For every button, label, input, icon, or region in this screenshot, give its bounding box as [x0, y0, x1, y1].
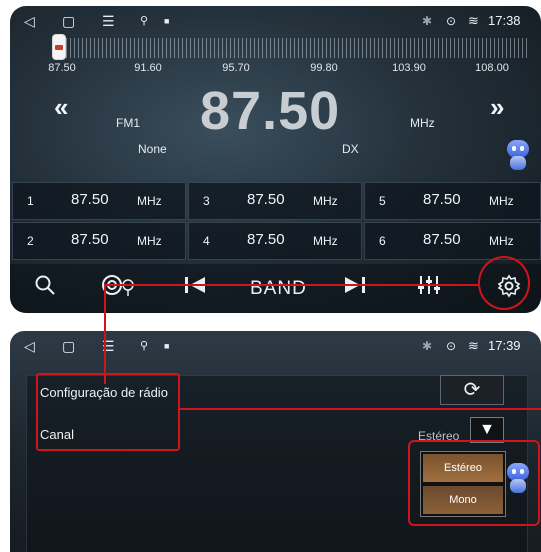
dial-tick: 95.70: [222, 62, 250, 74]
frequency-dial[interactable]: [54, 38, 528, 58]
location-icon: ⊙: [446, 14, 457, 28]
home-icon[interactable]: ▢: [62, 337, 75, 355]
preset-grid: 1 87.50 MHz 3 87.50 MHz 5 87.50 MHz 2 87…: [10, 182, 541, 260]
search-icon[interactable]: [30, 274, 60, 302]
status-bar: ◁ ▢ ☰ ⚲ ■ ✱ ⊙ ≋ 17:38: [10, 6, 541, 36]
back-icon[interactable]: ◁: [24, 12, 35, 30]
band-button[interactable]: BAND: [250, 278, 307, 300]
rds-name: None: [138, 142, 167, 156]
radio-toolbar: BAND: [10, 264, 541, 313]
dial-marker[interactable]: [52, 34, 66, 60]
seek-forward-button[interactable]: »: [490, 92, 504, 123]
dial-tick: 103.90: [392, 62, 426, 74]
skip-next-icon[interactable]: [340, 274, 370, 302]
refresh-icon: ⟳: [463, 379, 481, 401]
usb-icon: ⚲: [140, 15, 149, 27]
dial-tick: 91.60: [134, 62, 162, 74]
dial-tick: 87.50: [48, 62, 76, 74]
dial-tick: 99.80: [310, 62, 338, 74]
preset-3[interactable]: 3 87.50 MHz: [188, 182, 362, 220]
back-icon[interactable]: ◁: [24, 337, 35, 355]
band-label: FM1: [116, 116, 140, 130]
annotation-settings-box: [36, 373, 180, 451]
bluetooth-icon: ✱: [422, 339, 433, 353]
preset-6[interactable]: 6 87.50 MHz: [364, 222, 541, 260]
annotation-connector: [104, 284, 106, 384]
status-bar: ◁ ▢ ☰ ⚲ ■ ✱ ⊙ ≋ 17:39: [10, 331, 541, 361]
home-icon[interactable]: ▢: [62, 12, 75, 30]
annotation-dropdown-box: [408, 440, 540, 526]
menu-icon[interactable]: ☰: [102, 12, 115, 30]
chevron-down-icon: ▼: [479, 421, 495, 438]
preset-1[interactable]: 1 87.50 MHz: [12, 182, 186, 220]
bluetooth-icon: ✱: [422, 14, 433, 28]
clock: 17:39: [488, 338, 521, 353]
annotation-connector: [178, 408, 541, 410]
radio-screen: ◁ ▢ ☰ ⚲ ■ ✱ ⊙ ≋ 17:38 87.50 91.60 95.70 …: [10, 6, 541, 313]
preset-4[interactable]: 4 87.50 MHz: [188, 222, 362, 260]
annotation-settings-circle: [478, 256, 530, 310]
refresh-button[interactable]: ⟳: [440, 375, 504, 405]
usb-icon: ⚲: [140, 340, 149, 352]
wifi-icon: ≋: [468, 338, 479, 353]
preset-5[interactable]: 5 87.50 MHz: [364, 182, 541, 220]
clock: 17:38: [488, 13, 521, 28]
card-icon: ■: [164, 341, 170, 351]
wifi-icon: ≋: [468, 13, 479, 28]
dx-label[interactable]: DX: [342, 142, 359, 156]
location-icon: ⊙: [446, 339, 457, 353]
dial-tick: 108.00: [475, 62, 509, 74]
card-icon: ■: [164, 16, 170, 26]
annotation-connector: [104, 284, 478, 286]
preset-2[interactable]: 2 87.50 MHz: [12, 222, 186, 260]
skip-previous-icon[interactable]: [180, 274, 210, 302]
assistant-icon[interactable]: [504, 140, 532, 170]
frequency-unit: MHz: [410, 116, 435, 130]
equalizer-icon[interactable]: [414, 274, 444, 302]
seek-back-button[interactable]: «: [54, 92, 68, 123]
current-frequency: 87.50: [200, 81, 341, 141]
